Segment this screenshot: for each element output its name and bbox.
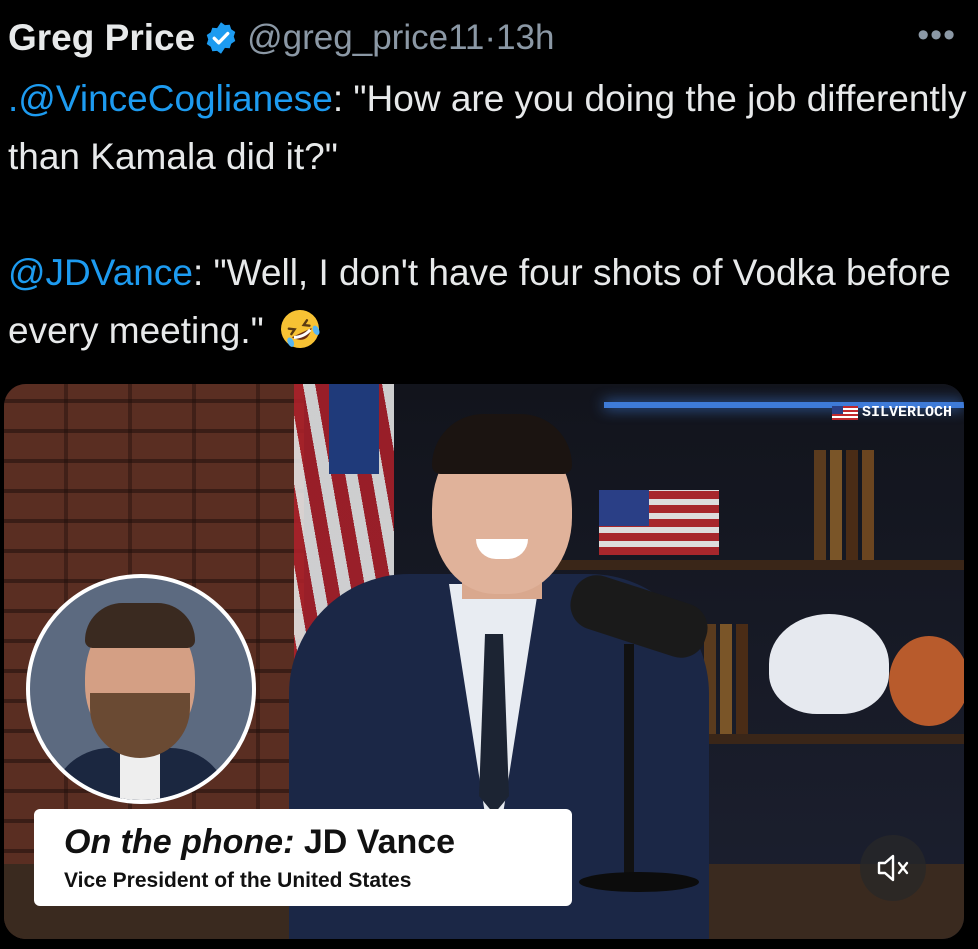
tweet-header: Greg Price @greg_price11·13h — [8, 14, 554, 62]
tweet-text: .@VinceCoglianese: "How are you doing th… — [8, 70, 968, 360]
tweet-time: 13h — [496, 18, 555, 57]
lower-third-caption: On the phone: JD Vance Vice President of… — [34, 809, 572, 906]
flag-icon — [831, 405, 858, 420]
rolling-laughing-emoji-icon — [280, 310, 320, 348]
basketball — [889, 636, 964, 726]
tweet-paragraph-2: @JDVance: "Well, I don't have four shots… — [8, 244, 968, 360]
verified-badge-icon — [206, 22, 236, 54]
more-options-button[interactable]: ••• — [917, 16, 956, 55]
mention-link[interactable]: .@VinceCoglianese — [8, 78, 333, 119]
speaker-muted-icon — [877, 854, 909, 882]
mention-link[interactable]: @JDVance — [8, 252, 193, 293]
tweet-paragraph-1: .@VinceCoglianese: "How are you doing th… — [8, 70, 968, 186]
channel-watermark: SILVERLOCH — [831, 404, 952, 421]
football-helmet — [769, 614, 889, 714]
guest-photo — [26, 574, 256, 804]
unmute-button[interactable] — [860, 835, 926, 901]
author-name[interactable]: Greg Price — [8, 17, 195, 59]
author-handle[interactable]: @greg_price11·13h — [247, 18, 554, 58]
video-player[interactable]: SILVERLOCH On the phone: JD Vance Vice P… — [4, 384, 964, 939]
